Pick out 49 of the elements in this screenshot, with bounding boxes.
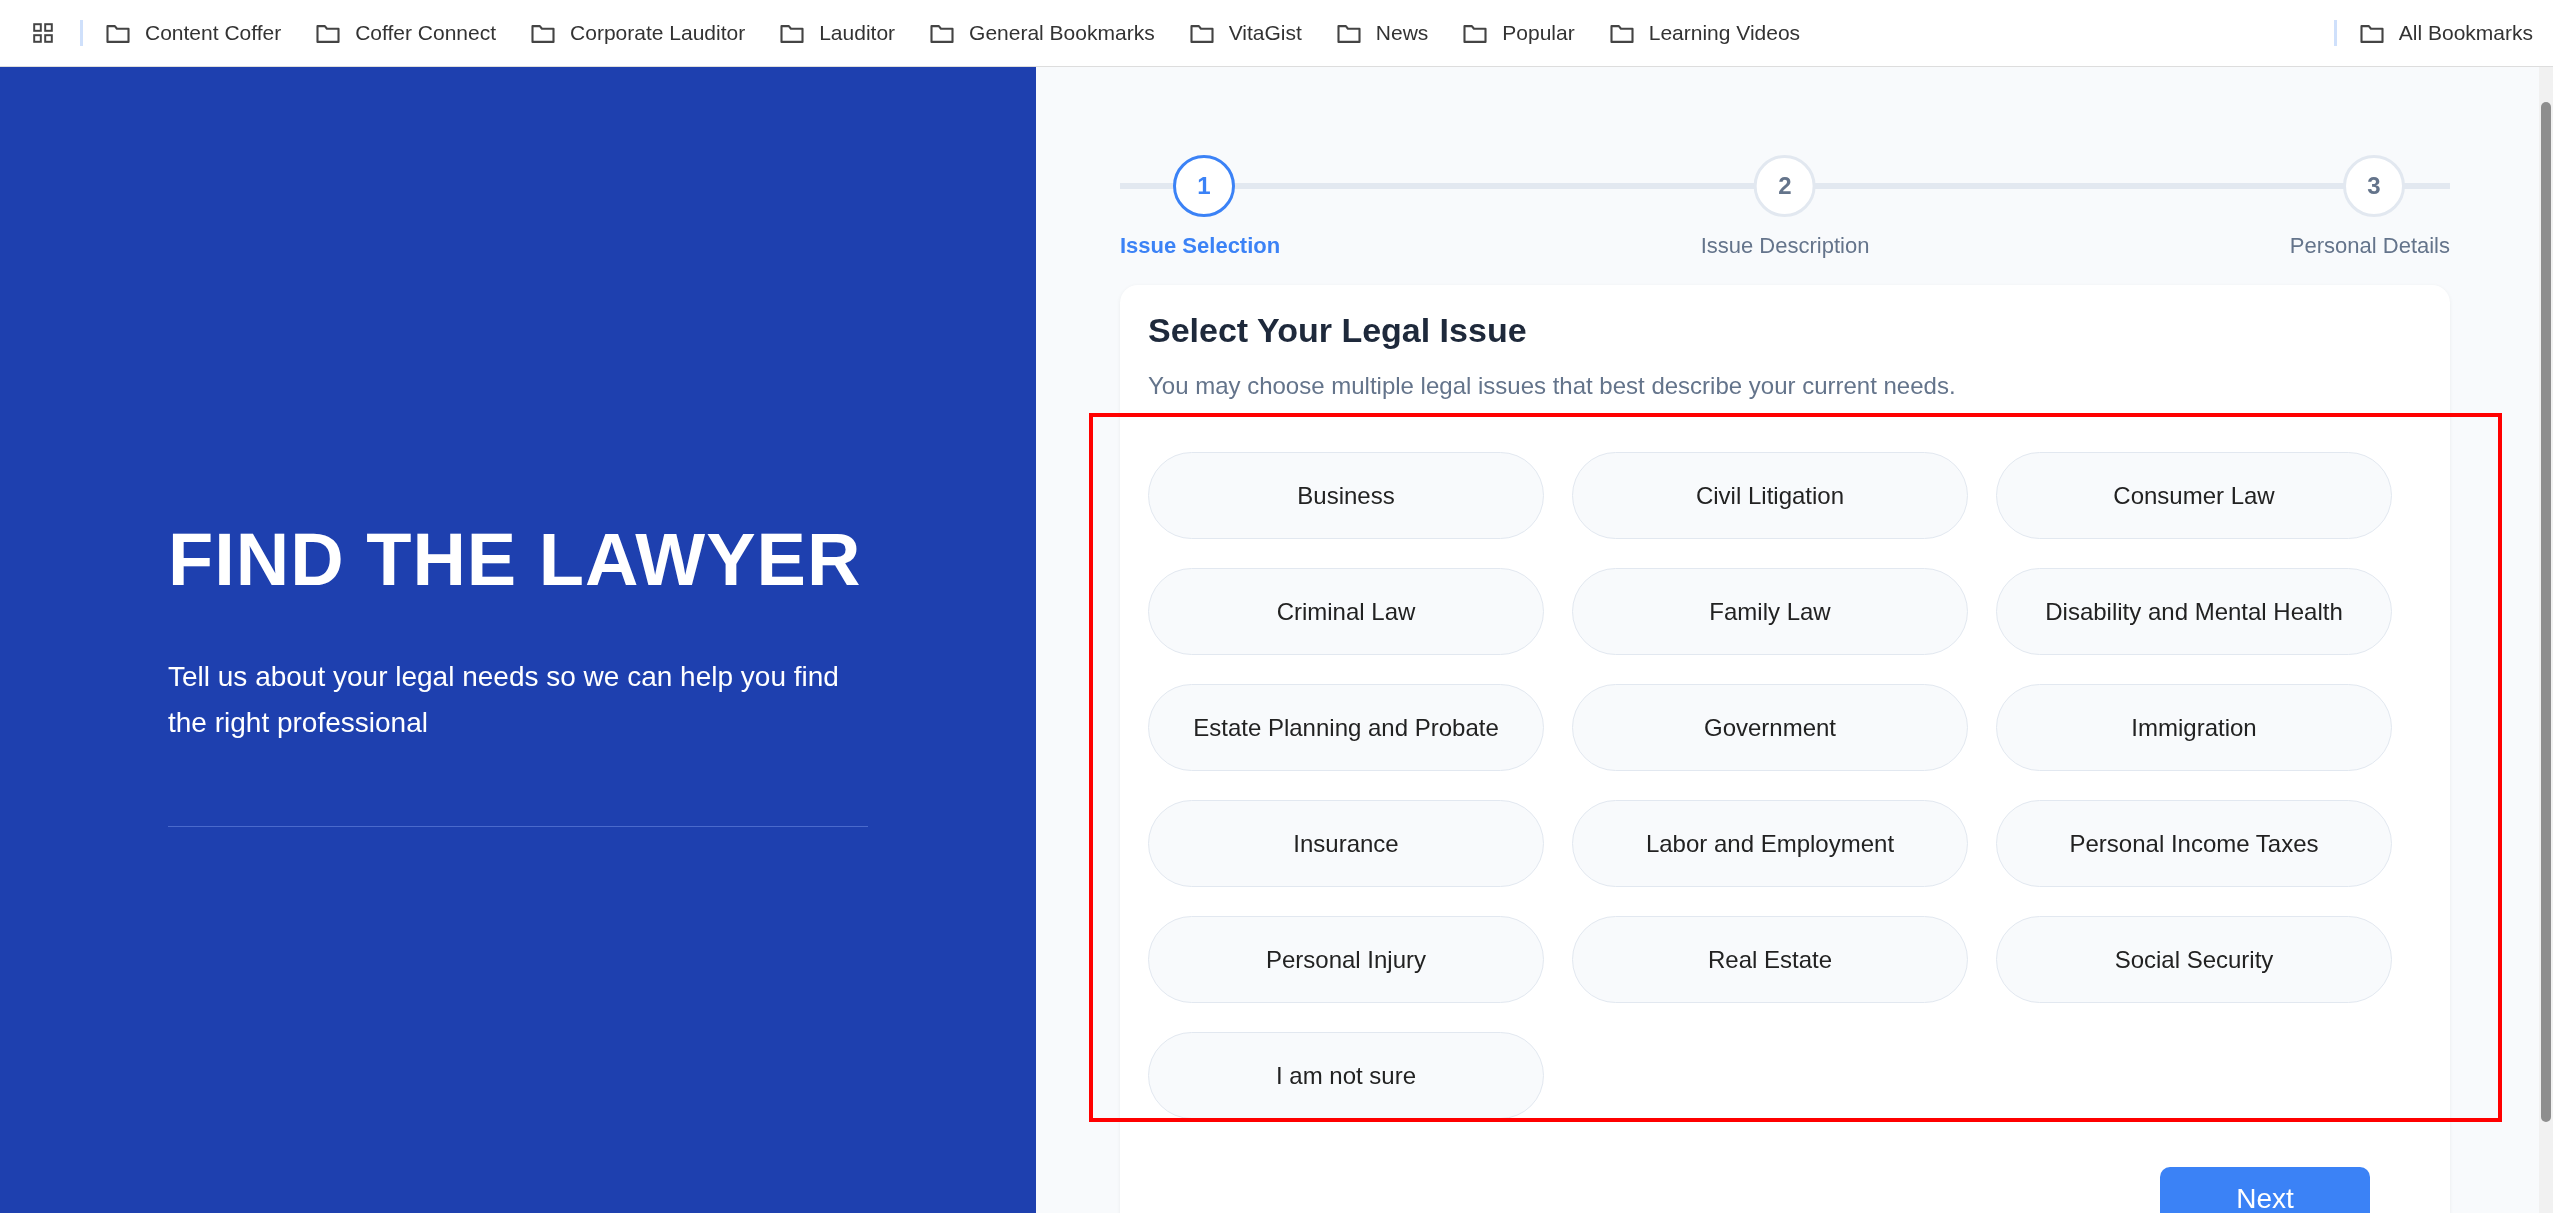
issue-option[interactable]: Personal Injury bbox=[1148, 916, 1544, 1003]
hero-title: FIND THE LAWYER bbox=[168, 517, 862, 602]
card-subtitle: You may choose multiple legal issues that best describe your current needs. bbox=[1148, 372, 1956, 400]
scrollbar-thumb[interactable] bbox=[2541, 102, 2551, 1122]
folder-icon bbox=[105, 22, 131, 44]
issue-option[interactable]: Government bbox=[1572, 684, 1968, 771]
bookmark-folder[interactable]: Lauditor bbox=[779, 21, 896, 45]
folder-icon bbox=[530, 22, 557, 44]
folder-icon bbox=[779, 22, 806, 44]
issue-option[interactable]: Civil Litigation bbox=[1572, 452, 1968, 539]
issue-option[interactable]: Disability and Mental Health bbox=[1996, 568, 2392, 655]
step-label: Issue Description bbox=[1700, 233, 1870, 259]
issue-option[interactable]: Immigration bbox=[1996, 684, 2392, 771]
folder-icon bbox=[315, 22, 342, 44]
bookmark-folder[interactable]: Content Coffer bbox=[105, 21, 282, 45]
issue-option[interactable]: Insurance bbox=[1148, 800, 1544, 887]
step-label: Issue Selection bbox=[1120, 233, 1281, 259]
bookmark-folder[interactable]: Coffer Connect bbox=[315, 21, 497, 45]
bookmark-folder[interactable]: VitaGist bbox=[1188, 21, 1302, 45]
next-button[interactable]: Next bbox=[2160, 1167, 2370, 1213]
folder-icon bbox=[2358, 22, 2385, 44]
hero-subtitle: Tell us about your legal needs so we can help you find the right professional bbox=[168, 660, 840, 740]
issue-option[interactable]: Consumer Law bbox=[1996, 452, 2392, 539]
bookmark-folder[interactable]: News bbox=[1335, 21, 1429, 45]
issue-option[interactable]: Estate Planning and Probate bbox=[1148, 684, 1544, 771]
step-number: 1 bbox=[1173, 155, 1235, 217]
issue-option[interactable]: Business bbox=[1148, 452, 1544, 539]
issue-option[interactable]: Criminal Law bbox=[1148, 568, 1544, 655]
folder-icon bbox=[929, 22, 956, 44]
issue-option[interactable]: Social Security bbox=[1996, 916, 2392, 1003]
step-number: 2 bbox=[1754, 155, 1816, 217]
issue-option[interactable]: I am not sure bbox=[1148, 1032, 1544, 1119]
card-title: Select Your Legal Issue bbox=[1148, 311, 1527, 350]
bookmark-folder[interactable]: General Bookmarks bbox=[929, 21, 1155, 45]
step-number: 3 bbox=[2343, 155, 2405, 217]
issue-option[interactable]: Real Estate bbox=[1572, 916, 1968, 1003]
issue-option[interactable]: Family Law bbox=[1572, 568, 1968, 655]
issue-option[interactable]: Personal Income Taxes bbox=[1996, 800, 2392, 887]
bookmark-folder[interactable]: Corporate Lauditor bbox=[530, 21, 746, 45]
issue-option[interactable]: Labor and Employment bbox=[1572, 800, 1968, 887]
folder-icon bbox=[1188, 22, 1215, 44]
bookmark-folder[interactable]: Learning Videos bbox=[1608, 21, 1801, 45]
folder-icon bbox=[1335, 22, 1362, 44]
folder-icon bbox=[1608, 22, 1635, 44]
step-label: Personal Details bbox=[2289, 233, 2450, 259]
folder-icon bbox=[1462, 22, 1489, 44]
apps-grid-icon[interactable] bbox=[32, 22, 54, 44]
all-bookmarks-folder[interactable]: All Bookmarks bbox=[2358, 21, 2533, 45]
bookmark-folder[interactable]: Popular bbox=[1462, 21, 1575, 45]
